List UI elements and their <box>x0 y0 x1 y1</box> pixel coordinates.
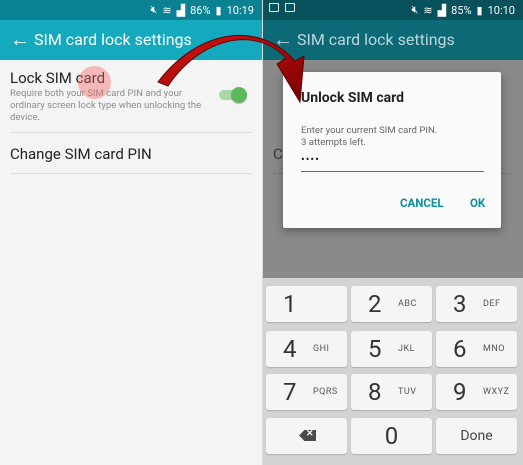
backspace-key[interactable]: ✕ <box>266 418 347 454</box>
back-arrow-icon[interactable]: ← <box>10 29 30 49</box>
status-bar: 🔇︎ ≋ ▟ 85% ▮ 10:10 <box>263 0 523 20</box>
dialog-title: Unlock SIM card <box>301 90 405 106</box>
dialog-message-line1: Enter your current SIM card PIN. <box>301 125 438 136</box>
key-3[interactable]: 3 DEF <box>436 286 517 322</box>
key-9[interactable]: 9 WXYZ <box>436 374 517 410</box>
change-pin-pref[interactable]: Change SIM card PIN <box>0 133 262 173</box>
lock-sim-toggle[interactable] <box>231 87 247 103</box>
key-7[interactable]: 7 PQRS <box>266 374 347 410</box>
key-letters: WXYZ <box>483 387 510 397</box>
app-bar: ← SIM card lock settings <box>0 20 262 60</box>
key-2[interactable]: 2 ABC <box>351 286 432 322</box>
ok-button[interactable]: OK <box>470 196 485 210</box>
wifi-icon: ≋ <box>423 3 433 17</box>
key-8[interactable]: 8 TUV <box>351 374 432 410</box>
key-digit: 2 <box>368 290 382 318</box>
image-icon <box>285 3 295 12</box>
key-digit: 6 <box>453 335 467 363</box>
status-bar: 🔇︎ ≋ ▟ 86% ▮ 10:19 <box>0 0 262 20</box>
key-letters: MNO <box>483 344 505 354</box>
dimmed-change-pin: C <box>273 145 283 163</box>
key-digit: 5 <box>368 335 382 363</box>
key-letters: ABC <box>398 299 417 309</box>
backspace-icon: ✕ <box>299 430 316 441</box>
signal-icon: ▟ <box>437 3 447 17</box>
key-digit: 8 <box>368 378 382 406</box>
done-key[interactable]: Done <box>436 418 517 454</box>
message-icon <box>269 3 279 12</box>
key-digit: 9 <box>453 378 467 406</box>
battery-icon: ▮ <box>215 3 222 17</box>
key-digit: 1 <box>283 290 297 318</box>
app-bar: ← SIM card lock settings <box>263 20 523 60</box>
mute-icon: 🔇︎ <box>150 3 158 16</box>
key-6[interactable]: 6 MNO <box>436 331 517 367</box>
battery-percent: 86% <box>190 3 211 17</box>
mute-icon: 🔇︎ <box>411 3 419 16</box>
lock-sim-card-summary: Require both your SIM card PIN and your … <box>10 88 202 123</box>
key-digit: 0 <box>384 422 399 450</box>
key-5[interactable]: 5 JKL <box>351 331 432 367</box>
key-digit: 4 <box>283 335 297 363</box>
key-letters: JKL <box>398 344 415 354</box>
key-letters: DEF <box>483 299 501 309</box>
key-digit: 7 <box>283 378 297 406</box>
key-1[interactable]: 1 <box>266 286 347 322</box>
touch-indicator <box>78 66 111 99</box>
page-title: SIM card lock settings <box>297 30 455 49</box>
key-4[interactable]: 4 GHI <box>266 331 347 367</box>
battery-icon: ▮ <box>476 3 483 17</box>
clock: 10:10 <box>487 3 515 17</box>
unlock-sim-dialog: Unlock SIM card Enter your current SIM c… <box>283 72 501 228</box>
key-letters: PQRS <box>313 387 338 397</box>
back-arrow-icon[interactable]: ← <box>273 29 293 49</box>
key-digit: 3 <box>453 290 467 318</box>
numeric-keypad: 1 2 ABC 3 DEF 4 GHI 5 JKL 6 MNO 7 PQRS 8… <box>263 278 523 465</box>
clock: 10:19 <box>226 3 254 17</box>
change-pin-title: Change SIM card PIN <box>10 145 152 163</box>
key-0[interactable]: 0 <box>351 418 432 454</box>
done-label: Done <box>460 428 493 444</box>
key-letters: GHI <box>313 344 330 354</box>
left-screen: 🔇︎ ≋ ▟ 86% ▮ 10:19 ← SIM card lock setti… <box>0 0 262 465</box>
cancel-button[interactable]: CANCEL <box>400 196 444 210</box>
dialog-message-line2: 3 attempts left. <box>301 137 367 148</box>
dialog-message: Enter your current SIM card PIN. 3 attem… <box>301 125 437 149</box>
signal-icon: ▟ <box>176 3 186 17</box>
wifi-icon: ≋ <box>162 3 172 17</box>
page-title: SIM card lock settings <box>34 30 192 49</box>
battery-percent: 85% <box>451 3 472 17</box>
key-letters: TUV <box>398 387 417 397</box>
pin-input[interactable]: •••• <box>301 154 484 172</box>
divider <box>10 173 252 174</box>
